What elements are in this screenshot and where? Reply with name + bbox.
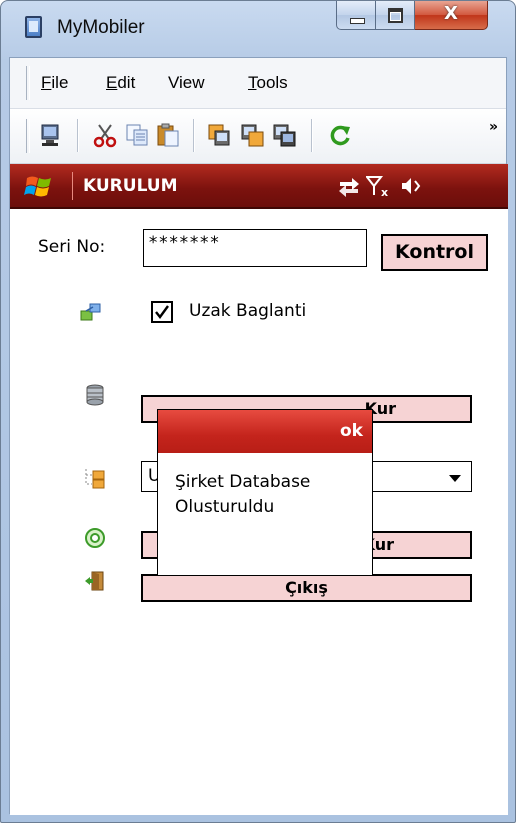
kontrol-button[interactable]: Kontrol <box>381 234 488 271</box>
database-icon <box>86 384 104 406</box>
popup-message-line: Olusturuldu <box>175 497 275 517</box>
checkmark-icon <box>155 305 169 319</box>
screenshot-icon[interactable] <box>272 122 298 148</box>
mymobiler-window: MyMobiler X File Edit View Tools » KURUL… <box>0 0 516 823</box>
windows-start-icon[interactable] <box>24 172 54 200</box>
menu-file[interactable]: File <box>41 73 68 93</box>
toolbar-overflow-icon[interactable]: » <box>489 119 498 135</box>
app-icon[interactable] <box>25 16 42 38</box>
volume-icon[interactable] <box>400 175 422 197</box>
serial-input[interactable]: ******* <box>143 229 367 267</box>
close-button[interactable]: X <box>415 1 488 30</box>
chevron-down-icon[interactable] <box>449 475 461 482</box>
install-icon <box>85 528 105 548</box>
popup-message: Şirket Database Olusturuldu <box>175 470 360 520</box>
refresh-icon[interactable] <box>327 122 353 148</box>
connectivity-icon[interactable] <box>337 175 361 197</box>
menu-tools[interactable]: Tools <box>248 73 288 93</box>
menu-grip[interactable] <box>26 66 30 100</box>
copy-icon[interactable] <box>124 122 150 148</box>
window-title: MyMobiler <box>57 17 145 38</box>
device-title: KURULUM <box>83 176 178 196</box>
close-icon: X <box>444 3 458 24</box>
remote-checkbox[interactable] <box>151 301 173 323</box>
popup-message-line: Şirket Database <box>175 472 311 492</box>
copy-from-device-icon[interactable] <box>240 122 266 148</box>
message-popup: ok Şirket Database Olusturuldu <box>157 409 373 576</box>
exit-door-icon <box>85 571 104 591</box>
maximize-button[interactable] <box>376 1 415 30</box>
popup-ok-button[interactable]: ok <box>340 421 363 441</box>
folder-tree-icon <box>85 469 105 489</box>
no-signal-icon[interactable]: x <box>366 175 392 197</box>
device-icon[interactable] <box>38 122 64 148</box>
title-separator <box>72 172 73 200</box>
copy-to-device-icon[interactable] <box>207 122 233 148</box>
menu-bar: File Edit View Tools <box>10 58 506 109</box>
cut-icon[interactable] <box>92 122 118 148</box>
title-bar[interactable]: MyMobiler X <box>1 1 515 55</box>
remote-connection-icon <box>80 303 101 321</box>
exit-button[interactable]: Çıkış <box>141 574 472 602</box>
menu-edit[interactable]: Edit <box>106 73 135 93</box>
device-screen: KURULUM x Seri No: ******* Kontrol Uzak … <box>10 164 508 815</box>
remote-label: Uzak Baglanti <box>189 301 307 321</box>
window-controls: X <box>336 1 488 30</box>
svg-text:x: x <box>381 186 388 197</box>
toolbar-grip[interactable] <box>26 119 30 153</box>
menu-view[interactable]: View <box>168 73 205 93</box>
client-area: File Edit View Tools » KURULUM x Seri No… <box>9 57 508 815</box>
toolbar-separator <box>77 119 79 152</box>
toolbar: » <box>10 109 506 164</box>
device-title-bar: KURULUM x <box>10 164 508 209</box>
paste-icon[interactable] <box>155 122 181 148</box>
toolbar-separator <box>193 119 195 152</box>
minimize-button[interactable] <box>336 1 376 30</box>
serial-label: Seri No: <box>38 237 106 257</box>
toolbar-separator <box>311 119 313 152</box>
popup-header: ok <box>158 410 372 453</box>
